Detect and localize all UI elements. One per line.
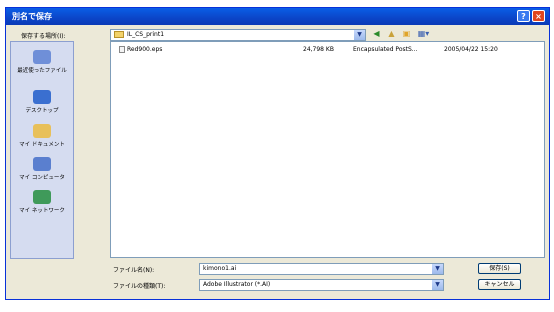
place-my-documents-label: マイ ドキュメント <box>19 142 65 148</box>
file-icon <box>119 46 125 53</box>
save-button[interactable]: 保存(S) <box>478 263 521 274</box>
view-menu-icon[interactable]: ▦▾ <box>416 29 431 39</box>
filename-value: kimono1.ai <box>203 265 237 272</box>
my-documents-icon <box>33 124 51 138</box>
up-folder-icon[interactable]: ▲ <box>386 29 397 39</box>
location-combo[interactable]: IL_CS_print1 ▼ <box>110 29 366 41</box>
file-name: Red900.eps <box>119 46 162 53</box>
filetype-select[interactable]: Adobe Illustrator (*.AI) ▼ <box>199 279 444 291</box>
folder-icon <box>114 31 124 38</box>
my-computer-icon <box>33 157 51 171</box>
filetype-label: ファイルの種類(T): <box>113 283 166 290</box>
my-network-icon <box>33 190 51 204</box>
file-list[interactable]: Red900.eps 24,798 KB Encapsulated PostS.… <box>110 41 545 258</box>
location-label: 保存する場所(I): <box>21 33 66 40</box>
chevron-down-icon[interactable]: ▼ <box>432 264 443 274</box>
file-size: 24,798 KB <box>303 46 334 53</box>
title-bar: 別名で保存 ? × <box>6 8 549 25</box>
filename-input[interactable]: kimono1.ai ▼ <box>199 263 444 275</box>
recent-icon <box>33 50 51 64</box>
filename-label: ファイル名(N): <box>113 267 155 274</box>
place-my-documents[interactable]: マイ ドキュメント <box>11 124 73 148</box>
place-recent-label: 最近使ったファイル <box>17 68 67 74</box>
place-my-network-label: マイ ネットワーク <box>19 208 65 214</box>
place-desktop[interactable]: デスクトップ <box>11 90 73 114</box>
location-value: IL_CS_print1 <box>127 31 165 38</box>
file-modified: 2005/04/22 15:20 <box>444 46 498 53</box>
place-my-network[interactable]: マイ ネットワーク <box>11 190 73 214</box>
chevron-down-icon[interactable]: ▼ <box>432 280 443 290</box>
back-icon[interactable]: ◀ <box>371 29 382 39</box>
save-as-dialog: 別名で保存 ? × 保存する場所(I): IL_CS_print1 ▼ ◀ ▲ … <box>5 7 550 300</box>
window-title: 別名で保存 <box>12 12 52 21</box>
help-button[interactable]: ? <box>517 10 530 22</box>
place-my-computer[interactable]: マイ コンピュータ <box>11 157 73 181</box>
cancel-button[interactable]: キャンセル <box>478 279 521 290</box>
chevron-down-icon[interactable]: ▼ <box>354 30 365 40</box>
file-type: Encapsulated PostS... <box>353 46 418 53</box>
filetype-value: Adobe Illustrator (*.AI) <box>203 281 271 288</box>
place-desktop-label: デスクトップ <box>25 108 59 114</box>
new-folder-icon[interactable]: ▣ <box>401 29 412 39</box>
places-bar: 最近使ったファイル デスクトップ マイ ドキュメント マイ コンピュータ マイ … <box>10 41 74 259</box>
place-my-computer-label: マイ コンピュータ <box>19 175 65 181</box>
desktop-icon <box>33 90 51 104</box>
place-recent[interactable]: 最近使ったファイル <box>11 50 73 74</box>
close-button[interactable]: × <box>532 10 545 22</box>
